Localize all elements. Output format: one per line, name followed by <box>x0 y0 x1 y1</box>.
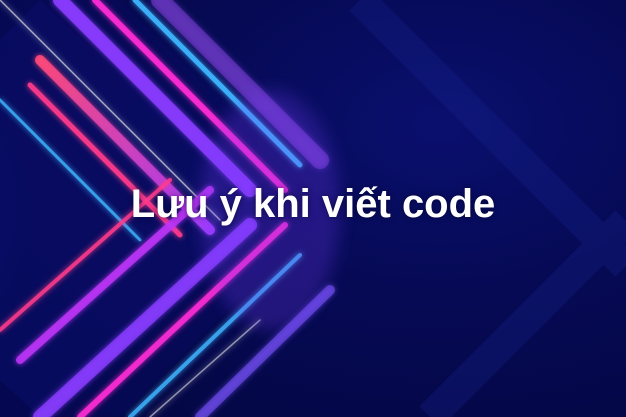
banner-title: Lưu ý khi viết code <box>130 182 496 226</box>
banner: Lưu ý khi viết code <box>0 0 626 417</box>
